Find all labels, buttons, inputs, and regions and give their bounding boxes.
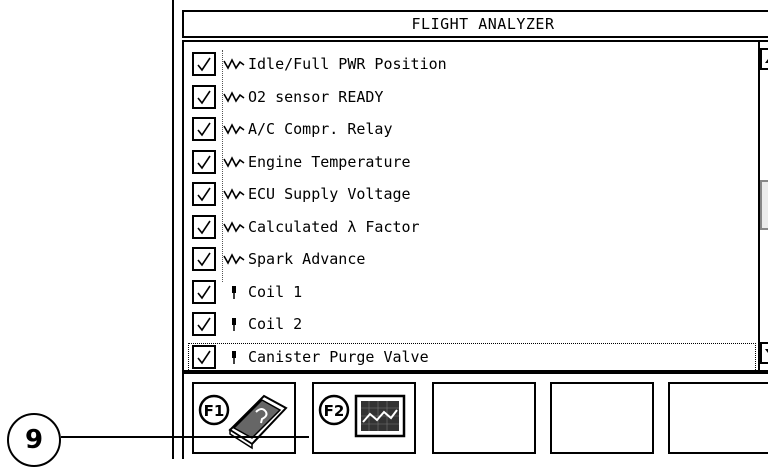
checkmark-icon (197, 187, 211, 202)
f1-help-button[interactable]: F1 (192, 382, 296, 454)
item-label: O2 sensor READY (248, 87, 384, 106)
checkmark-icon (197, 350, 211, 365)
item-label: Idle/Full PWR Position (248, 55, 447, 74)
item-checkbox[interactable] (192, 149, 216, 174)
checkmark-icon (197, 122, 211, 137)
item-label: Coil 1 (248, 282, 303, 301)
wave-signal-icon (220, 220, 248, 234)
item-label: Engine Temperature (248, 152, 411, 171)
f2-graph-button[interactable]: F2 (312, 382, 416, 454)
list-item[interactable]: ECU Supply Voltage (192, 178, 752, 211)
f3-empty-button[interactable] (432, 382, 536, 454)
checkmark-icon (197, 220, 211, 235)
checkmark-icon (197, 57, 211, 72)
list-item[interactable]: Canister Purge Valve (188, 341, 756, 374)
checkmark-icon (197, 252, 211, 267)
item-label: Calculated λ Factor (248, 217, 420, 236)
item-checkbox[interactable] (192, 312, 216, 337)
item-checkbox[interactable] (192, 344, 216, 369)
item-label: A/C Compr. Relay (248, 120, 393, 139)
checkmark-icon (197, 155, 211, 170)
checkmark-icon (197, 90, 211, 105)
arrow-down-icon (765, 349, 768, 353)
scroll-thumb[interactable] (760, 180, 768, 230)
item-label: Coil 2 (248, 315, 303, 334)
list-item[interactable]: Engine Temperature (192, 146, 752, 179)
analyzer-screen: FLIGHT ANALYZER Idle/Full PWR Position O2… (172, 0, 768, 459)
item-checkbox[interactable] (192, 214, 216, 239)
list-item[interactable]: Calculated λ Factor (192, 211, 752, 244)
list-item[interactable]: Coil 1 (192, 276, 752, 309)
actuator-pin-icon (220, 350, 248, 364)
help-book-icon: F1 (198, 394, 288, 450)
window-title: FLIGHT ANALYZER (182, 10, 768, 38)
actuator-pin-icon (220, 285, 248, 299)
parameter-list[interactable]: Idle/Full PWR Position O2 sensor READY A/C… (182, 40, 768, 374)
wave-signal-icon (220, 90, 248, 104)
wave-signal-icon (220, 155, 248, 169)
wave-signal-icon (220, 252, 248, 266)
vertical-scrollbar[interactable] (758, 42, 768, 370)
item-checkbox[interactable] (192, 84, 216, 109)
arrow-up-icon (765, 59, 768, 63)
list-item[interactable]: O2 sensor READY (192, 81, 752, 114)
list-item[interactable]: Idle/Full PWR Position (192, 48, 752, 81)
f1-key-label: F1 (204, 402, 225, 420)
item-label: ECU Supply Voltage (248, 185, 411, 204)
f4-empty-button[interactable] (550, 382, 654, 454)
callout-leader-line (61, 436, 309, 438)
wave-signal-icon (220, 122, 248, 136)
item-checkbox[interactable] (192, 182, 216, 207)
scroll-up-button[interactable] (760, 48, 768, 70)
wave-signal-icon (220, 57, 248, 71)
item-label: Canister Purge Valve (248, 347, 429, 366)
f2-key-label: F2 (324, 402, 345, 420)
scroll-down-button[interactable] (760, 342, 768, 364)
function-key-bar: F1 F2 (182, 372, 768, 459)
item-checkbox[interactable] (192, 52, 216, 77)
wave-signal-icon (220, 187, 248, 201)
graph-screen-icon: F2 (318, 394, 406, 438)
list-item[interactable]: Spark Advance (192, 243, 752, 276)
checkmark-icon (197, 317, 211, 332)
callout-number: 9 (24, 425, 44, 455)
item-checkbox[interactable] (192, 279, 216, 304)
item-checkbox[interactable] (192, 117, 216, 142)
checkmark-icon (197, 285, 211, 300)
list-item[interactable]: Coil 2 (192, 308, 752, 341)
item-checkbox[interactable] (192, 247, 216, 272)
list-item[interactable]: A/C Compr. Relay (192, 113, 752, 146)
item-label: Spark Advance (248, 250, 366, 269)
actuator-pin-icon (220, 317, 248, 332)
f5-empty-button[interactable] (668, 382, 768, 454)
